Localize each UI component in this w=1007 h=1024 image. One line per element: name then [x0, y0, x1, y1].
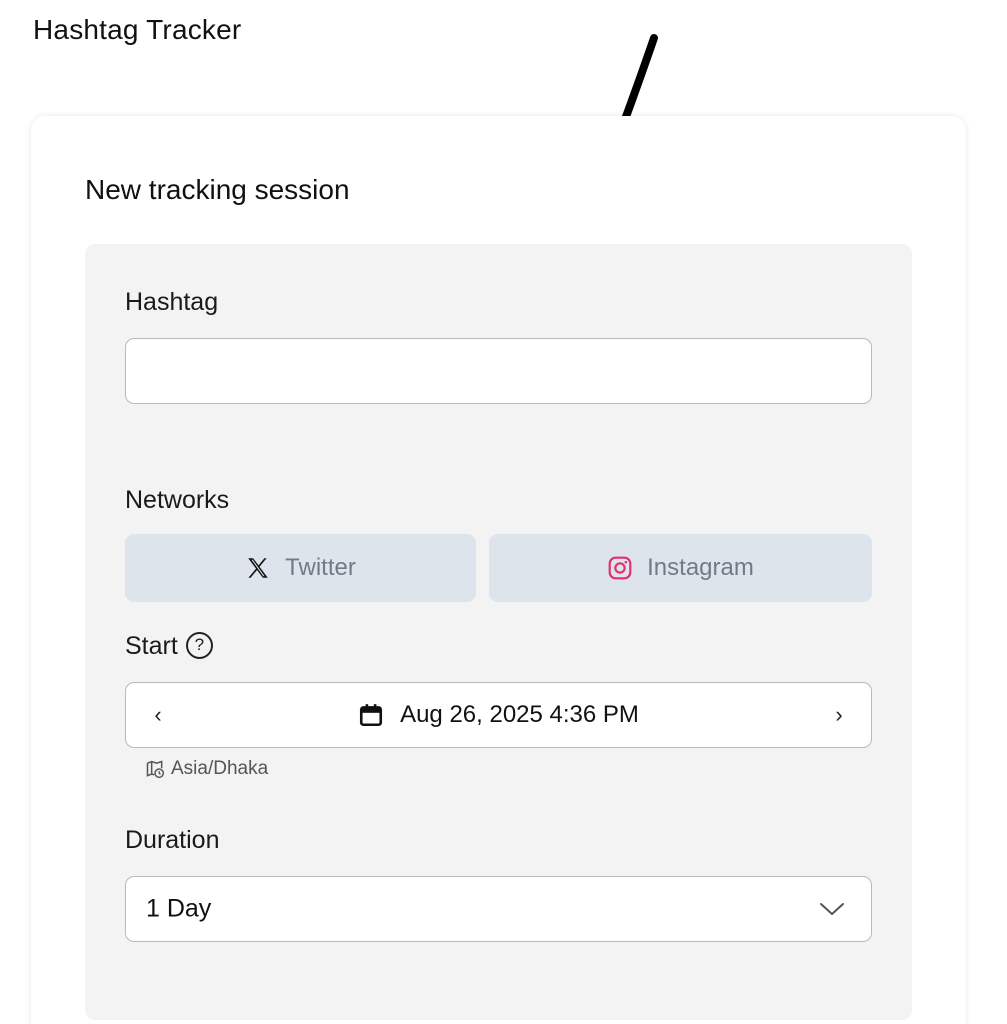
duration-label: Duration: [125, 826, 220, 854]
date-display[interactable]: Aug 26, 2025 4:36 PM: [126, 683, 871, 747]
calendar-icon: [358, 701, 384, 729]
twitter-network-button[interactable]: Twitter: [125, 534, 476, 602]
map-clock-icon: [145, 759, 165, 779]
start-label-text: Start: [125, 632, 178, 660]
duration-select[interactable]: 1 Day: [125, 876, 872, 942]
hashtag-input[interactable]: [125, 338, 872, 404]
twitter-label: Twitter: [285, 554, 356, 581]
timezone-label: Asia/Dhaka: [171, 758, 269, 779]
duration-value: 1 Day: [146, 894, 212, 923]
card-title: New tracking session: [85, 174, 350, 205]
next-date-button[interactable]: ›: [809, 683, 869, 747]
x-logo-icon: [245, 555, 271, 581]
tracking-session-card: New tracking session Hashtag Networks Tw…: [31, 116, 966, 1024]
hashtag-label: Hashtag: [125, 288, 219, 316]
start-date-picker: ‹ Aug 26, 2025 4:36 PM ›: [125, 682, 872, 748]
instagram-icon: [607, 555, 633, 581]
form-panel: Hashtag Networks Twitter Instagram Start…: [85, 244, 912, 1020]
timezone-info: Asia/Dhaka: [145, 758, 268, 780]
networks-label: Networks: [125, 486, 230, 514]
instagram-label: Instagram: [647, 554, 754, 581]
question-circle-icon[interactable]: ?: [185, 631, 213, 659]
instagram-network-button[interactable]: Instagram: [489, 534, 872, 602]
previous-date-button[interactable]: ‹: [128, 683, 188, 747]
page: Hashtag Tracker New tracking session Has…: [0, 0, 1007, 1024]
chevron-down-icon: [820, 903, 844, 915]
app-title: Hashtag Tracker: [33, 14, 242, 45]
start-datetime-value: Aug 26, 2025 4:36 PM: [400, 701, 639, 728]
start-label: Start?: [125, 631, 213, 661]
